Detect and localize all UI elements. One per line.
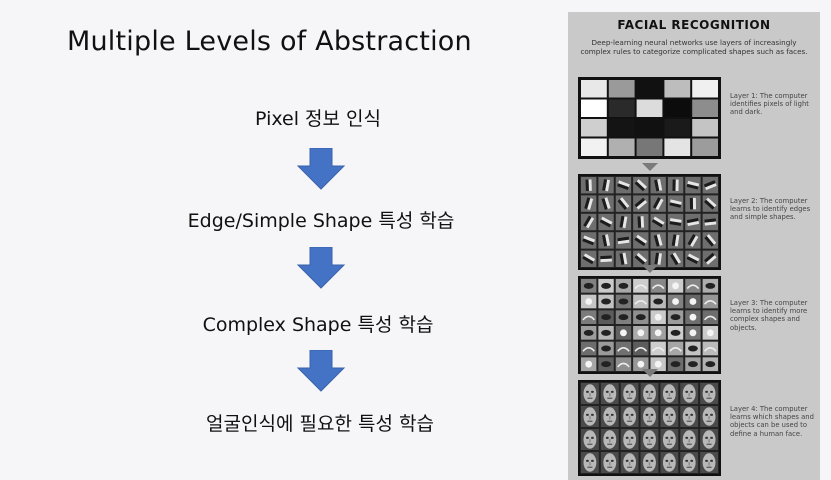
complex-shapes-graphic [580, 278, 719, 372]
down-triangle-icon [642, 163, 658, 171]
down-arrow-icon [296, 350, 346, 392]
infographic-subtitle: Deep-learning neural networks use layers… [580, 38, 808, 56]
facial-recognition-infographic: FACIAL RECOGNITION Deep-learning neural … [568, 12, 820, 480]
slide-title: Multiple Levels of Abstraction [67, 26, 472, 57]
layer-3-complex-shapes-image [578, 276, 721, 374]
face-templates-graphic [580, 382, 719, 474]
layer-2-edges-image [578, 174, 721, 270]
layer-1-pixel-grid-image [578, 77, 721, 159]
layer-2-caption: Layer 2: The computer learns to identify… [730, 197, 811, 222]
step-face-feature-learning: 얼굴인식에 필요한 특성 학습 [206, 413, 434, 435]
edge-filters-graphic [580, 176, 719, 268]
pixel-grid-graphic [581, 80, 718, 156]
infographic-title: FACIAL RECOGNITION [617, 18, 771, 32]
layer-4-faces-image [578, 380, 721, 476]
step-complex-shape-learning: Complex Shape 특성 학습 [202, 314, 434, 336]
down-arrow-icon [296, 148, 346, 190]
down-arrow-icon [296, 247, 346, 289]
layer-1-caption: Layer 1: The computer identifies pixels … [730, 92, 809, 117]
layer-3-caption: Layer 3: The computer learns to identify… [730, 299, 808, 332]
step-edge-shape-learning: Edge/Simple Shape 특성 학습 [187, 210, 455, 232]
slide: Multiple Levels of Abstraction Pixel 정보 … [0, 0, 831, 480]
down-triangle-icon [642, 265, 658, 273]
layer-4-caption: Layer 4: The computer learns which shape… [730, 405, 814, 438]
down-triangle-icon [642, 369, 658, 377]
step-pixel-recognition: Pixel 정보 인식 [255, 108, 381, 130]
